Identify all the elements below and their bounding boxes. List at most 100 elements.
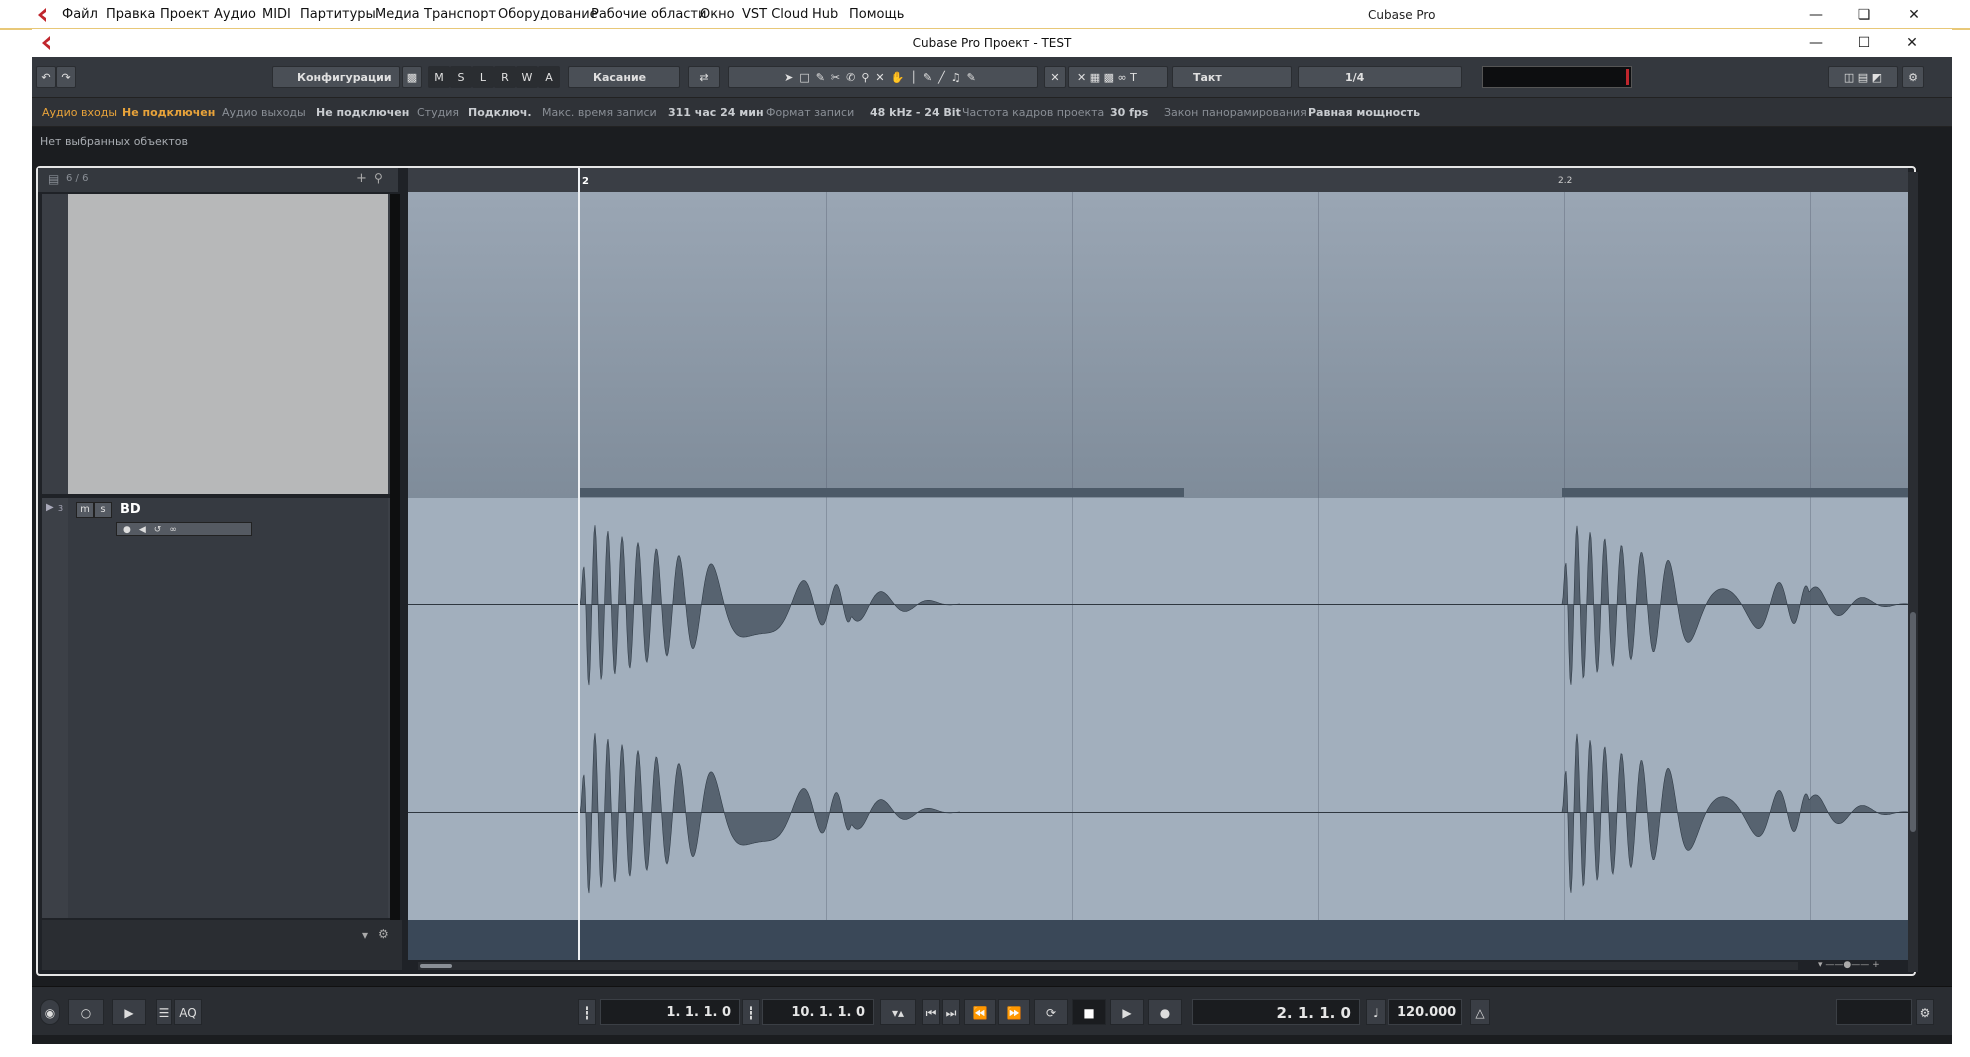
- zoom-slider[interactable]: ▾ ——●—— +: [1818, 960, 1908, 972]
- minimize-icon[interactable]: —: [1798, 32, 1834, 54]
- automation-mode-select[interactable]: Касание: [568, 66, 680, 88]
- menu-hub[interactable]: Hub: [812, 7, 838, 22]
- menu-devices[interactable]: Оборудование: [498, 7, 598, 22]
- menu-project[interactable]: Проект: [160, 7, 209, 22]
- folder-part-bar[interactable]: [580, 488, 1184, 497]
- stop-icon[interactable]: ■: [1072, 999, 1106, 1025]
- listen-button[interactable]: L: [472, 66, 494, 88]
- menu-scores[interactable]: Партитуры: [300, 7, 376, 22]
- track-name[interactable]: BD: [120, 502, 141, 517]
- menu-media[interactable]: Медиа: [375, 7, 420, 22]
- mute-track-button[interactable]: m: [76, 502, 94, 518]
- audio-inputs-value[interactable]: Не подключен: [122, 106, 215, 119]
- play-icon[interactable]: ▶: [1110, 999, 1144, 1025]
- playhead-cursor[interactable]: [578, 168, 580, 960]
- studio-value[interactable]: Подключ.: [468, 106, 532, 119]
- grid-type-select[interactable]: Такт: [1172, 66, 1292, 88]
- audio-outputs-label[interactable]: Аудио выходы: [222, 106, 306, 119]
- left-locator-icon[interactable]: ┇: [578, 999, 596, 1025]
- chevron-down-icon[interactable]: ▾: [362, 928, 368, 942]
- search-icon[interactable]: ⚲: [374, 171, 383, 185]
- metronome-icon[interactable]: △: [1470, 999, 1490, 1025]
- read-button[interactable]: R: [494, 66, 516, 88]
- go-to-end-icon[interactable]: ⏭: [942, 999, 960, 1025]
- close-icon[interactable]: ✕: [1894, 32, 1930, 54]
- a-button[interactable]: A: [538, 66, 560, 88]
- audio-outputs-value[interactable]: Не подключен: [316, 106, 409, 119]
- scrollbar-thumb[interactable]: [1910, 612, 1916, 832]
- solo-button[interactable]: S: [450, 66, 472, 88]
- write-button[interactable]: W: [516, 66, 538, 88]
- folder-track-lane[interactable]: [408, 192, 1908, 498]
- add-track-icon[interactable]: +: [356, 171, 367, 186]
- track-buttons-row[interactable]: ●◀↺∞: [116, 522, 252, 536]
- track-empty-area: [68, 194, 388, 494]
- max-record-time-value[interactable]: 311 час 24 мин: [668, 106, 764, 119]
- menu-vst-cloud[interactable]: VST Cloud: [742, 7, 808, 22]
- close-icon[interactable]: ✕: [1896, 4, 1932, 26]
- record-format-value[interactable]: 48 kHz - 24 Bit: [870, 106, 961, 119]
- menu-window[interactable]: Окно: [700, 7, 735, 22]
- go-to-start-icon[interactable]: ⏮: [922, 999, 940, 1025]
- configurations-button[interactable]: Конфигурации: [272, 66, 400, 88]
- menu-edit[interactable]: Правка: [106, 7, 155, 22]
- position-display[interactable]: 2. 1. 1. 0: [1192, 999, 1360, 1025]
- record-format-label[interactable]: Формат записи: [766, 106, 854, 119]
- menu-help[interactable]: Помощь: [849, 7, 904, 22]
- solo-track-button[interactable]: s: [94, 502, 112, 518]
- left-locator-display[interactable]: 1. 1. 1. 0: [600, 999, 740, 1025]
- menu-audio[interactable]: Аудио: [214, 7, 256, 22]
- pan-law-label[interactable]: Закон панорамирования: [1164, 106, 1307, 119]
- cycle-icon[interactable]: ⟳: [1034, 999, 1068, 1025]
- autoscroll-icon[interactable]: ⇄: [688, 66, 720, 88]
- play-mode-icon[interactable]: ▶: [112, 999, 146, 1025]
- timeline-ruler[interactable]: 2 2.2: [408, 168, 1908, 192]
- menu-midi[interactable]: MIDI: [262, 7, 291, 22]
- audio-track-lane[interactable]: [408, 498, 1908, 920]
- right-locator-icon[interactable]: ┇: [742, 999, 760, 1025]
- max-record-time-label[interactable]: Макс. время записи: [542, 106, 657, 119]
- right-locator-display[interactable]: 10. 1. 1. 0: [762, 999, 874, 1025]
- fast-forward-icon[interactable]: ⏩: [998, 999, 1030, 1025]
- gear-icon[interactable]: ⚙: [1916, 999, 1934, 1025]
- horizontal-scrollbar[interactable]: [418, 962, 1798, 970]
- snap-grid-icons[interactable]: ✕ ▦ ▩ ∞ T: [1068, 66, 1168, 88]
- vertical-scrollbar[interactable]: [1908, 172, 1918, 972]
- record-icon[interactable]: ●: [1148, 999, 1182, 1025]
- minimize-icon[interactable]: —: [1798, 4, 1834, 26]
- undo-icon[interactable]: ↶: [36, 66, 56, 88]
- record-mode-icon[interactable]: ◉: [40, 999, 60, 1025]
- gear-icon[interactable]: ⚙: [378, 927, 389, 941]
- snap-icon[interactable]: ✕: [1044, 66, 1066, 88]
- audio-inputs-label[interactable]: Аудио входы: [42, 106, 117, 119]
- track-expand-icon[interactable]: ▶: [46, 502, 54, 513]
- list-icon[interactable]: ☰: [156, 999, 172, 1025]
- constrain-icon[interactable]: ▩: [402, 66, 422, 88]
- scrollbar-thumb[interactable]: [420, 964, 452, 968]
- punch-icon[interactable]: ○: [68, 999, 104, 1025]
- tempo-track-icon[interactable]: ♩: [1366, 999, 1386, 1025]
- locator-arrows-icon[interactable]: ▾▴: [880, 999, 916, 1025]
- menu-transport[interactable]: Транспорт: [424, 7, 496, 22]
- redo-icon[interactable]: ↷: [56, 66, 76, 88]
- frame-rate-label[interactable]: Частота кадров проекта: [962, 106, 1104, 119]
- mute-button[interactable]: M: [428, 66, 450, 88]
- folder-part-bar[interactable]: [1562, 488, 1908, 497]
- quantize-select[interactable]: 1/4: [1298, 66, 1462, 88]
- pan-law-value[interactable]: Равная мощность: [1308, 106, 1420, 119]
- tracklist-menu-icon[interactable]: ▤: [48, 172, 59, 186]
- audio-waveform[interactable]: [408, 498, 1908, 920]
- tempo-display[interactable]: 120.000: [1388, 999, 1462, 1025]
- auto-quantize-button[interactable]: AQ: [174, 999, 202, 1025]
- studio-label[interactable]: Студия: [417, 106, 459, 119]
- menu-workspaces[interactable]: Рабочие области: [591, 7, 706, 22]
- frame-rate-value[interactable]: 30 fps: [1110, 106, 1148, 119]
- rewind-icon[interactable]: ⏪: [964, 999, 996, 1025]
- maximize-icon[interactable]: ❏: [1846, 4, 1882, 26]
- menu-file[interactable]: Файл: [62, 7, 98, 22]
- window-layout-icons[interactable]: ◫ ▤ ◩: [1828, 66, 1898, 88]
- gear-icon[interactable]: ⚙: [1902, 66, 1924, 88]
- maximize-icon[interactable]: ☐: [1846, 32, 1882, 54]
- splitter[interactable]: [390, 194, 400, 920]
- tool-palette[interactable]: ➤□✎✂✆⚲✕✋│✎╱♫✎: [728, 66, 1038, 88]
